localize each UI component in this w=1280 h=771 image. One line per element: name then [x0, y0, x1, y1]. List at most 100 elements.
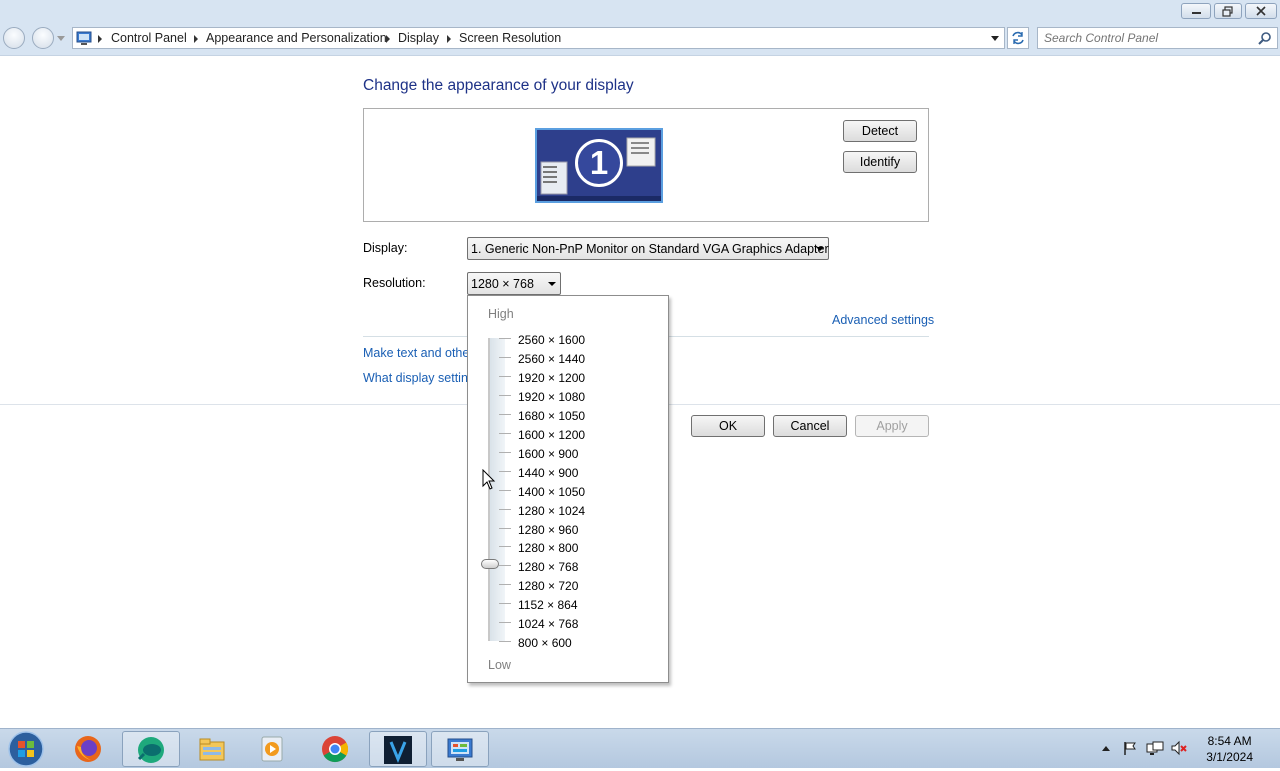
- display-settings-help-link[interactable]: What display setting: [363, 371, 475, 385]
- resolution-option[interactable]: 1440 × 900: [518, 466, 578, 480]
- app-green-icon: [137, 737, 164, 763]
- monitor-1-preview[interactable]: 1: [535, 128, 663, 203]
- minimize-button[interactable]: [1181, 3, 1211, 19]
- slider-tick: [499, 451, 511, 453]
- resolution-option[interactable]: 800 × 600: [518, 636, 572, 650]
- slider-tick: [499, 527, 511, 529]
- firefox-icon: [75, 736, 101, 762]
- breadcrumb-appearance[interactable]: Appearance and Personalization: [206, 31, 387, 45]
- slider-tick: [499, 508, 511, 510]
- taskbar-control-panel[interactable]: [431, 731, 489, 767]
- close-button[interactable]: [1245, 3, 1277, 19]
- breadcrumb-separator[interactable]: [447, 35, 451, 43]
- advanced-settings-link[interactable]: Advanced settings: [832, 313, 934, 327]
- action-center-flag-icon[interactable]: [1122, 740, 1138, 756]
- monitor-number: 1: [589, 144, 609, 181]
- refresh-button[interactable]: [1007, 27, 1029, 49]
- slider-tick: [499, 470, 511, 472]
- search-input[interactable]: [1044, 30, 1244, 46]
- minimize-icon: [1192, 12, 1201, 14]
- control-panel-icon: [76, 31, 92, 45]
- show-hidden-icons-icon[interactable]: [1101, 744, 1111, 752]
- taskbar-green-app[interactable]: [122, 731, 180, 767]
- breadcrumb-separator[interactable]: [194, 35, 198, 43]
- title-bar: [0, 0, 1280, 22]
- forward-button[interactable]: [32, 27, 54, 49]
- monitor-number-badge: 1: [575, 139, 623, 187]
- resolution-option[interactable]: 2560 × 1440: [518, 352, 585, 366]
- resolution-option[interactable]: 1680 × 1050: [518, 409, 585, 423]
- resolution-option[interactable]: 1400 × 1050: [518, 485, 585, 499]
- media-player-icon: [261, 736, 283, 762]
- breadcrumb-display[interactable]: Display: [398, 31, 439, 45]
- display-label: Display:: [363, 241, 408, 255]
- text-size-link[interactable]: Make text and other: [363, 346, 473, 360]
- start-orb-icon: [8, 731, 44, 767]
- address-bar[interactable]: Control Panel Appearance and Personaliza…: [72, 27, 1005, 49]
- slider-tick: [499, 356, 511, 358]
- page-title: Change the appearance of your display: [363, 77, 634, 94]
- restore-button[interactable]: [1214, 3, 1242, 19]
- resolution-option[interactable]: 1920 × 1080: [518, 390, 585, 404]
- resolution-option[interactable]: 1280 × 960: [518, 523, 578, 537]
- cancel-button[interactable]: Cancel: [773, 415, 847, 437]
- resolution-option[interactable]: 1024 × 768: [518, 617, 578, 631]
- high-label: High: [488, 307, 514, 321]
- chevron-down-icon: [816, 247, 824, 251]
- slider-tick: [499, 622, 511, 624]
- ok-button[interactable]: OK: [691, 415, 765, 437]
- restore-icon: [1222, 6, 1233, 17]
- taskbar-media-player[interactable]: [244, 731, 302, 767]
- system-clock[interactable]: 8:54 AM 3/1/2024: [1206, 733, 1253, 765]
- mouse-cursor-icon: [482, 469, 496, 490]
- resolution-option[interactable]: 1600 × 1200: [518, 428, 585, 442]
- identify-button[interactable]: Identify: [843, 151, 917, 173]
- close-icon: [1256, 6, 1266, 16]
- resolution-slider-thumb[interactable]: [481, 559, 499, 569]
- taskbar-file-explorer[interactable]: [184, 731, 242, 767]
- slider-tick: [499, 546, 511, 548]
- display-select[interactable]: 1. Generic Non-PnP Monitor on Standard V…: [467, 237, 829, 260]
- start-button[interactable]: [6, 730, 46, 768]
- taskbar-chrome[interactable]: [307, 731, 365, 767]
- network-icon[interactable]: [1146, 740, 1164, 756]
- display-preview-panel: 1 Detect Identify: [363, 108, 929, 222]
- taskbar-firefox[interactable]: [60, 731, 118, 767]
- volume-muted-icon[interactable]: [1170, 740, 1188, 756]
- resolution-option[interactable]: 2560 × 1600: [518, 333, 585, 347]
- slider-tick: [499, 584, 511, 586]
- breadcrumb-screen-resolution[interactable]: Screen Resolution: [459, 31, 561, 45]
- chrome-icon: [322, 736, 349, 763]
- detect-button[interactable]: Detect: [843, 120, 917, 142]
- chevron-down-icon: [548, 282, 556, 286]
- search-box[interactable]: [1037, 27, 1278, 49]
- slider-tick: [499, 565, 511, 567]
- resolution-option[interactable]: 1152 × 864: [518, 598, 578, 612]
- back-button[interactable]: [3, 27, 25, 49]
- resolution-select[interactable]: 1280 × 768: [467, 272, 561, 295]
- resolution-option[interactable]: 1920 × 1200: [518, 371, 585, 385]
- resolution-option[interactable]: 1280 × 1024: [518, 504, 585, 518]
- clock-time: 8:54 AM: [1207, 734, 1252, 748]
- resolution-option[interactable]: 1600 × 900: [518, 447, 578, 461]
- resolution-option[interactable]: 1280 × 800: [518, 541, 578, 555]
- breadcrumb-separator[interactable]: [386, 35, 390, 43]
- slider-tick: [499, 394, 511, 396]
- resolution-option[interactable]: 1280 × 768: [518, 560, 578, 574]
- slider-tick: [499, 489, 511, 491]
- address-dropdown-icon[interactable]: [991, 36, 1000, 42]
- slider-tick: [499, 375, 511, 377]
- breadcrumb-separator[interactable]: [98, 35, 102, 43]
- taskbar: 8:54 AM 3/1/2024: [0, 728, 1280, 768]
- slider-tick: [499, 413, 511, 415]
- recent-pages-chevron-icon[interactable]: [57, 36, 65, 42]
- breadcrumb-control-panel[interactable]: Control Panel: [111, 31, 187, 45]
- search-icon[interactable]: [1258, 31, 1272, 45]
- apply-button[interactable]: Apply: [855, 415, 929, 437]
- low-label: Low: [488, 658, 511, 672]
- file-explorer-icon: [199, 738, 225, 761]
- slider-tick: [499, 338, 511, 339]
- slider-tick: [499, 432, 511, 434]
- resolution-option[interactable]: 1280 × 720: [518, 579, 578, 593]
- taskbar-v-app[interactable]: [369, 731, 427, 767]
